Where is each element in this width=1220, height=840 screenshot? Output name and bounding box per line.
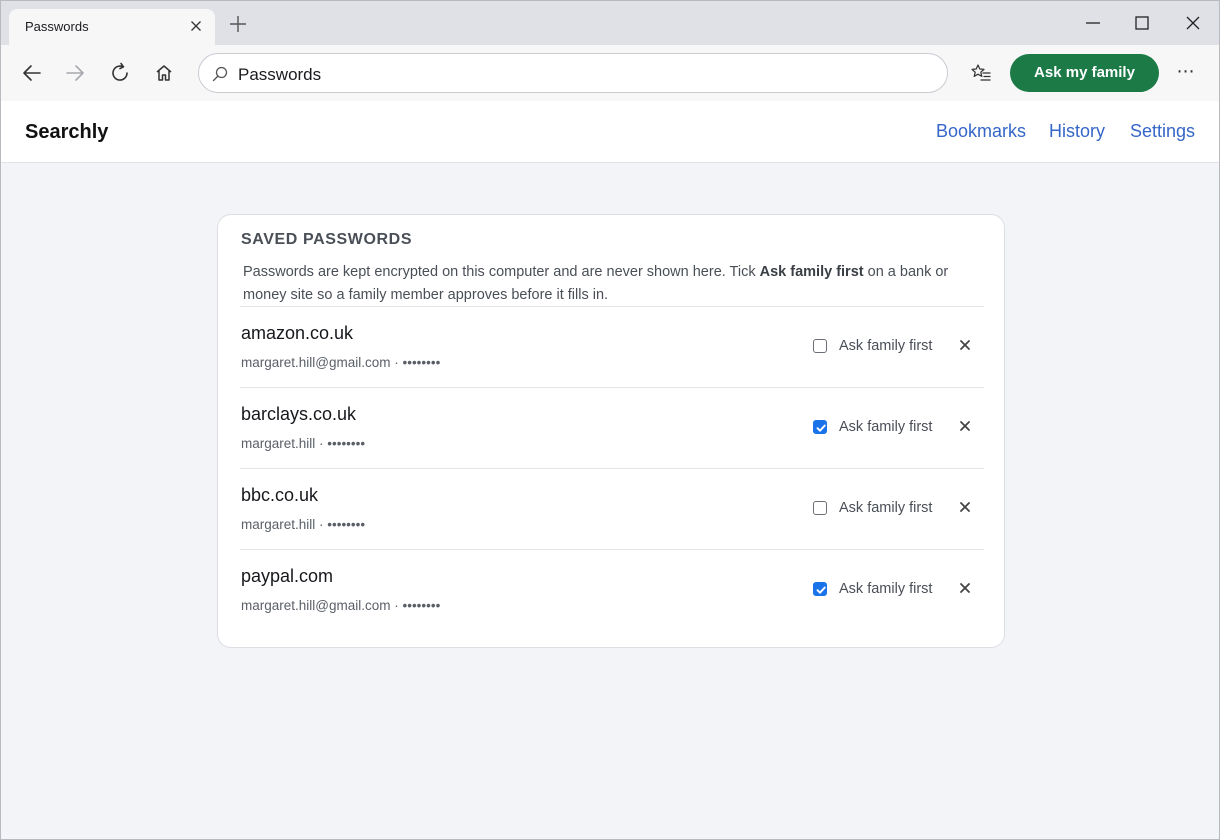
username: margaret.hill [241, 436, 316, 451]
password-row: paypal.com margaret.hill@gmail.com · •••… [240, 550, 984, 630]
minimize-icon[interactable] [1081, 11, 1105, 35]
site-credentials: margaret.hill · •••••••• [241, 517, 366, 532]
nav-link-history[interactable]: History [1049, 121, 1105, 142]
ask-family-label[interactable]: Ask family first [839, 419, 932, 435]
masked-password: •••••••• [327, 436, 366, 451]
ask-family-label[interactable]: Ask family first [839, 581, 932, 597]
ask-family-label[interactable]: Ask family first [839, 338, 932, 354]
site-name: amazon.co.uk [241, 323, 354, 343]
card-description: Passwords are kept encrypted on this com… [243, 261, 983, 307]
site-header: Searchly Bookmarks History Settings [1, 101, 1219, 163]
window-close-icon[interactable] [1181, 11, 1205, 35]
brand-logo[interactable]: Searchly [25, 121, 108, 144]
site-credentials: margaret.hill@gmail.com · •••••••• [241, 355, 441, 370]
back-arrow-icon[interactable] [20, 61, 44, 85]
ask-family-checkbox[interactable] [813, 501, 827, 515]
close-icon[interactable] [187, 17, 205, 35]
card-title: SAVED PASSWORDS [241, 231, 413, 248]
password-row: bbc.co.uk margaret.hill · •••••••• Ask f… [240, 469, 984, 549]
nav-link-bookmarks[interactable]: Bookmarks [936, 121, 1026, 142]
delete-icon[interactable] [958, 418, 972, 434]
maximize-icon[interactable] [1130, 11, 1154, 35]
password-row: amazon.co.uk margaret.hill@gmail.com · •… [240, 307, 984, 387]
ask-family-checkbox[interactable] [813, 420, 827, 434]
desc-text: Passwords are kept encrypted on this com… [243, 264, 760, 280]
delete-icon[interactable] [958, 580, 972, 596]
masked-password: •••••••• [327, 517, 366, 532]
site-name: bbc.co.uk [241, 485, 319, 505]
masked-password: •••••••• [402, 598, 441, 613]
delete-icon[interactable] [958, 499, 972, 515]
ask-family-checkbox[interactable] [813, 339, 827, 353]
tab-strip: Passwords [1, 1, 1219, 45]
username: margaret.hill [241, 517, 316, 532]
browser-toolbar: Passwords Ask my family ⋯ [1, 45, 1219, 101]
site-name: barclays.co.uk [241, 404, 357, 424]
favorites-icon[interactable] [969, 61, 993, 85]
site-name: paypal.com [241, 566, 334, 586]
home-icon[interactable] [152, 61, 176, 85]
tab-title: Passwords [25, 19, 89, 34]
ask-my-family-button[interactable]: Ask my family [1010, 54, 1159, 92]
masked-password: •••••••• [402, 355, 441, 370]
ask-family-label[interactable]: Ask family first [839, 500, 932, 516]
username: margaret.hill@gmail.com [241, 355, 391, 370]
address-text: Passwords [238, 65, 322, 84]
search-icon [211, 65, 229, 83]
site-credentials: margaret.hill · •••••••• [241, 436, 366, 451]
new-tab-icon[interactable] [227, 13, 249, 35]
ask-family-checkbox[interactable] [813, 582, 827, 596]
forward-arrow-icon[interactable] [63, 61, 87, 85]
desc-bold: Ask family first [759, 264, 864, 280]
username: margaret.hill@gmail.com [241, 598, 391, 613]
nav-link-settings[interactable]: Settings [1130, 121, 1195, 142]
reload-icon[interactable] [108, 61, 132, 85]
delete-icon[interactable] [958, 337, 972, 353]
tab-passwords[interactable]: Passwords [9, 9, 215, 45]
site-credentials: margaret.hill@gmail.com · •••••••• [241, 598, 441, 613]
browser-window: Passwords Passwords Ask my family ⋯ Sear… [0, 0, 1220, 840]
address-bar[interactable]: Passwords [198, 53, 948, 93]
more-options-icon[interactable]: ⋯ [1173, 61, 1199, 85]
saved-passwords-card: SAVED PASSWORDS Passwords are kept encry… [217, 214, 1005, 648]
password-row: barclays.co.uk margaret.hill · •••••••• … [240, 388, 984, 468]
